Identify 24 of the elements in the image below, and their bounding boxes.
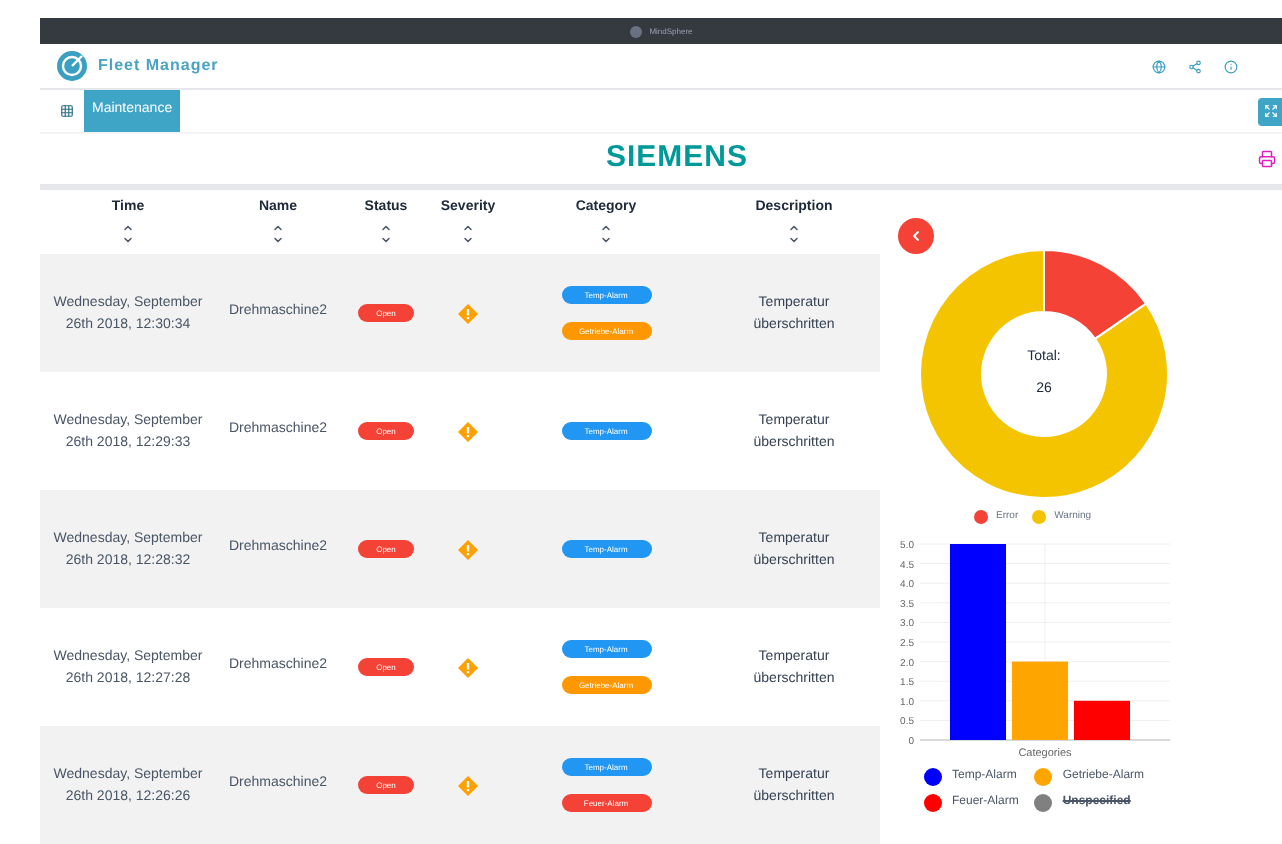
brand-logo-icon	[629, 25, 642, 37]
expand-icon	[1263, 104, 1277, 118]
expand-button[interactable]	[1258, 97, 1282, 125]
warning-icon	[458, 303, 478, 323]
back-button[interactable]	[898, 218, 934, 254]
warning-icon	[458, 775, 478, 795]
warning-icon	[458, 657, 478, 677]
sort-icon[interactable]	[122, 221, 134, 246]
app-logo-icon	[56, 50, 88, 82]
warning-icon	[458, 539, 478, 559]
siemens-logo: SIEMENS	[606, 138, 749, 179]
print-icon[interactable]	[1258, 150, 1276, 168]
sort-icon[interactable]	[380, 221, 392, 246]
menu-icon[interactable]	[60, 104, 74, 118]
sort-icon[interactable]	[272, 221, 284, 246]
app-title: Fleet Manager	[98, 54, 219, 78]
share-icon[interactable]	[1188, 59, 1202, 73]
sort-icon[interactable]	[462, 221, 474, 246]
sort-icon[interactable]	[788, 221, 800, 246]
sort-icon[interactable]	[600, 221, 612, 246]
chevron-left-icon	[908, 228, 924, 244]
warning-icon	[458, 421, 478, 441]
info-icon[interactable]	[1224, 59, 1238, 73]
globe-icon[interactable]	[1152, 59, 1166, 73]
